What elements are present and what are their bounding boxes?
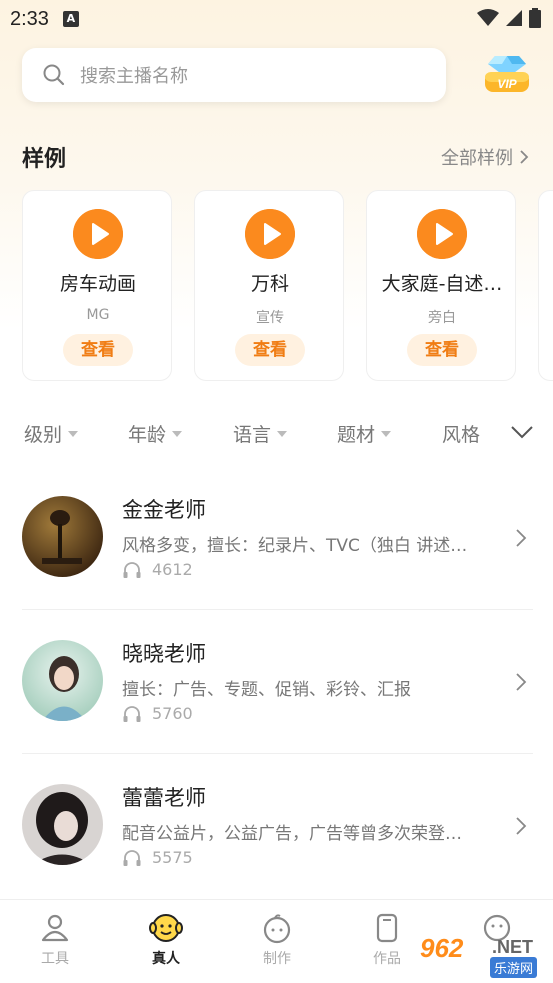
chevron-right-icon xyxy=(516,817,527,835)
teacher-description: 风格多变，擅长：纪录片、TVC（独白 讲述… xyxy=(122,536,468,556)
notification-a-icon: A xyxy=(62,11,79,27)
play-count: 5575 xyxy=(152,848,193,867)
sample-category: 旁白 xyxy=(428,310,456,326)
sample-card-partial[interactable] xyxy=(538,190,553,381)
battery-icon xyxy=(529,8,541,28)
search-input[interactable]: 搜索主播名称 xyxy=(22,48,446,102)
watermark-number: 962 xyxy=(420,933,464,963)
watermark-net: .NET xyxy=(492,937,534,957)
vip-diamond-icon[interactable]: VIP xyxy=(482,52,532,98)
filter-bar: 级别 年龄 语言 题材 风格 xyxy=(0,414,553,452)
sample-title: 大家庭-自述… xyxy=(381,273,503,295)
filter-label: 语言 xyxy=(233,424,272,446)
headphones-icon xyxy=(123,849,141,866)
filter-age[interactable]: 年龄 xyxy=(128,420,183,447)
teacher-plays: 5760 xyxy=(122,704,193,723)
play-count: 4612 xyxy=(152,560,193,579)
chevron-right-icon xyxy=(520,150,529,164)
status-bar: 2:33 A xyxy=(0,0,553,38)
sample-card[interactable]: 房车动画 MG 查看 xyxy=(22,190,172,381)
teacher-row[interactable]: 金金老师 风格多变，擅长：纪录片、TVC（独白 讲述… 4612 xyxy=(0,466,553,610)
avatar xyxy=(22,496,103,577)
tab-label: 制作 xyxy=(263,951,291,967)
tab-label: 真人 xyxy=(152,951,180,967)
tab-label: 工具 xyxy=(41,951,69,967)
vip-label: VIP xyxy=(497,77,517,91)
sample-category: 宣传 xyxy=(256,310,284,326)
sample-title: 万科 xyxy=(250,273,289,295)
filter-style[interactable]: 风格 xyxy=(442,420,480,447)
caret-down-icon xyxy=(381,430,392,437)
play-icon[interactable] xyxy=(73,209,123,259)
watermark-site-name: 乐游网 xyxy=(490,957,538,978)
teacher-name: 蕾蕾老师 xyxy=(122,786,206,810)
teacher-description: 配音公益片，公益广告，广告等曾多次荣登… xyxy=(122,824,462,844)
sample-card[interactable]: 万科 宣传 查看 xyxy=(194,190,344,381)
headphones-icon xyxy=(123,561,141,578)
sample-category: MG xyxy=(86,307,110,323)
caret-down-icon xyxy=(68,430,79,437)
filter-level[interactable]: 级别 xyxy=(24,420,79,447)
sample-card[interactable]: 大家庭-自述… 旁白 查看 xyxy=(366,190,516,381)
filter-label: 年龄 xyxy=(128,424,167,446)
all-samples-label: 全部样例 xyxy=(441,148,513,169)
teacher-row[interactable]: 晓晓老师 擅长：广告、专题、促销、彩铃、汇报 5760 xyxy=(0,610,553,754)
status-icons xyxy=(477,8,541,28)
filter-subject[interactable]: 题材 xyxy=(337,420,392,447)
chick-face-icon xyxy=(263,914,291,944)
tab-tools[interactable]: 工具 xyxy=(15,912,95,968)
teacher-plays: 4612 xyxy=(122,560,193,579)
filter-label: 风格 xyxy=(442,424,481,446)
caret-down-icon xyxy=(172,430,183,437)
chevron-right-icon xyxy=(516,529,527,547)
smiley-face-icon xyxy=(149,914,183,942)
view-button[interactable]: 查看 xyxy=(407,334,477,366)
view-button[interactable]: 查看 xyxy=(63,334,133,366)
samples-title: 样例 xyxy=(22,147,67,172)
tab-create[interactable]: 制作 xyxy=(237,912,317,968)
search-placeholder: 搜索主播名称 xyxy=(80,66,188,87)
teacher-description: 擅长：广告、专题、促销、彩铃、汇报 xyxy=(122,680,411,700)
phone-outline-icon xyxy=(376,913,398,943)
sample-title: 房车动画 xyxy=(59,273,136,295)
headphones-icon xyxy=(123,705,141,722)
play-icon[interactable] xyxy=(245,209,295,259)
signal-icon xyxy=(506,10,522,26)
status-time: 2:33 xyxy=(10,7,49,30)
user-outline-icon xyxy=(41,914,69,942)
chevron-right-icon xyxy=(516,673,527,691)
play-icon[interactable] xyxy=(417,209,467,259)
tab-real-person[interactable]: 真人 xyxy=(126,912,206,968)
filter-label: 级别 xyxy=(24,424,63,446)
all-samples-link[interactable]: 全部样例 xyxy=(441,144,529,170)
teacher-name: 金金老师 xyxy=(122,498,206,522)
teacher-name: 晓晓老师 xyxy=(122,642,206,666)
view-button[interactable]: 查看 xyxy=(235,334,305,366)
teacher-plays: 5575 xyxy=(122,848,193,867)
chevron-down-icon[interactable] xyxy=(510,424,534,440)
filter-label: 题材 xyxy=(337,424,376,446)
play-count: 5760 xyxy=(152,704,193,723)
caret-down-icon xyxy=(277,430,288,437)
search-icon xyxy=(43,64,65,86)
teacher-row[interactable]: 蕾蕾老师 配音公益片，公益广告，广告等曾多次荣登… 5575 xyxy=(0,754,553,898)
watermark-logo: 962 .NET 乐游网 xyxy=(412,933,550,978)
avatar xyxy=(22,784,103,865)
avatar xyxy=(22,640,103,721)
wifi-icon xyxy=(477,9,499,26)
sample-cards-row: 房车动画 MG 查看 万科 宣传 查看 大家庭-自述… 旁白 查看 xyxy=(22,190,553,382)
filter-language[interactable]: 语言 xyxy=(233,420,288,447)
